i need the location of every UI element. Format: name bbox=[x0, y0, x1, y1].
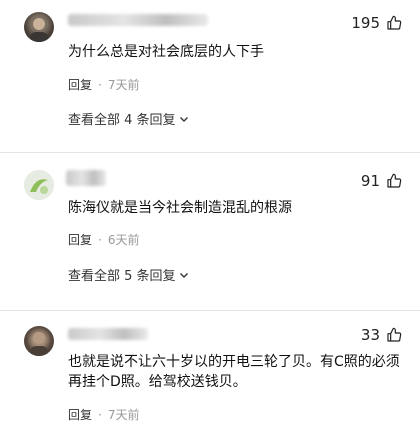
comment-meta: 回复 · 6天前 bbox=[68, 231, 139, 248]
meta-separator: · bbox=[98, 77, 102, 92]
like-button[interactable]: 195 bbox=[351, 14, 402, 32]
comment-text: 陈海仪就是当今社会制造混乱的根源 bbox=[68, 200, 292, 216]
view-all-replies-button[interactable]: 查看全部 4 条回复 bbox=[68, 109, 189, 128]
comment-time: 7天前 bbox=[107, 78, 140, 92]
meta-separator: · bbox=[98, 232, 102, 247]
reply-button[interactable]: 回复 bbox=[68, 76, 92, 93]
chevron-down-icon bbox=[179, 272, 188, 278]
avatar[interactable] bbox=[24, 12, 54, 42]
view-all-replies-label: 查看全部 4 条回复 bbox=[68, 113, 176, 128]
comment-text-line: 再挂个D照。给驾校送钱贝。 bbox=[68, 374, 247, 390]
like-button[interactable]: 91 bbox=[361, 172, 402, 190]
comment-time: 7天前 bbox=[107, 408, 140, 422]
like-button[interactable]: 33 bbox=[361, 326, 402, 344]
divider bbox=[0, 310, 420, 311]
username-redacted[interactable] bbox=[66, 170, 106, 186]
meta-separator: · bbox=[98, 407, 102, 422]
comment-text: 为什么总是对社会底层的人下手 bbox=[68, 44, 264, 60]
thumbs-up-icon bbox=[387, 327, 402, 342]
like-count: 91 bbox=[360, 172, 380, 190]
comment-meta: 回复 · 7天前 bbox=[68, 406, 139, 423]
comment-text: 也就是说不让六十岁以的开电三轮了贝。有C照的必须 再挂个D照。给驾校送钱贝。 bbox=[68, 352, 402, 392]
view-all-replies-label: 查看全部 5 条回复 bbox=[68, 269, 176, 284]
view-all-replies-button[interactable]: 查看全部 5 条回复 bbox=[68, 265, 189, 284]
divider bbox=[0, 152, 420, 153]
thumbs-up-icon bbox=[387, 173, 402, 188]
comment-text-line: 也就是说不让六十岁以的开电三轮了贝。有C照的必须 bbox=[68, 354, 400, 370]
username-redacted[interactable] bbox=[68, 14, 208, 26]
reply-button[interactable]: 回复 bbox=[68, 406, 92, 423]
chevron-down-icon bbox=[179, 116, 188, 122]
username-redacted[interactable] bbox=[68, 328, 148, 340]
comment-meta: 回复 · 7天前 bbox=[68, 76, 139, 93]
thumbs-up-icon bbox=[387, 15, 402, 30]
like-count: 195 bbox=[351, 14, 380, 32]
like-count: 33 bbox=[360, 326, 380, 344]
reply-button[interactable]: 回复 bbox=[68, 231, 92, 248]
comment-time: 6天前 bbox=[107, 233, 140, 247]
avatar[interactable] bbox=[24, 326, 54, 356]
avatar[interactable] bbox=[24, 170, 54, 200]
